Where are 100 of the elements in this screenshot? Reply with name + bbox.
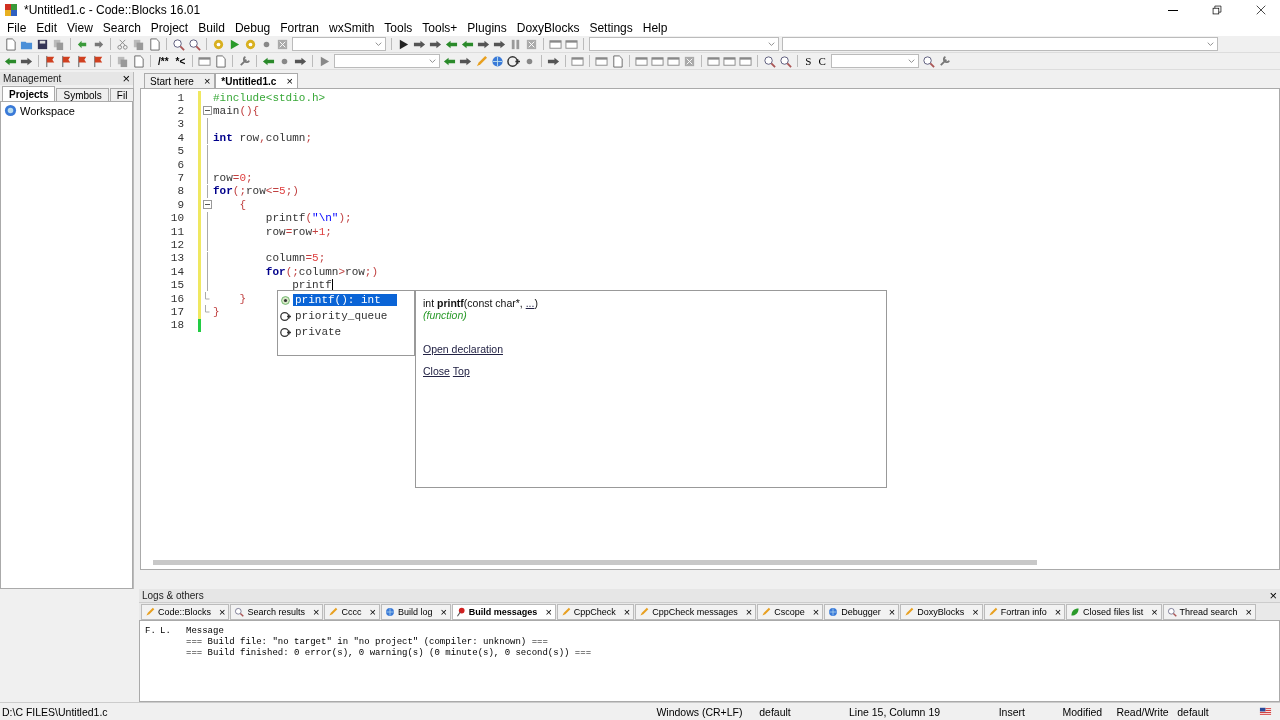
tab-close-button[interactable]: × xyxy=(623,605,631,618)
tab-close-button[interactable]: × xyxy=(440,605,447,618)
tab-close-button[interactable]: × xyxy=(812,605,820,618)
horizontal-scrollbar[interactable] xyxy=(153,559,1037,565)
frame-icon[interactable] xyxy=(707,54,721,68)
fold-marker-icon[interactable] xyxy=(202,198,212,212)
menu-item[interactable]: Fortran xyxy=(275,21,324,35)
square-icon[interactable] xyxy=(683,54,697,68)
menu-item[interactable]: Settings xyxy=(584,21,638,35)
editor-tab[interactable]: *Untitled1.c × xyxy=(215,73,298,88)
log-tab[interactable]: Build messages × xyxy=(451,603,556,620)
zoom-out-icon[interactable] xyxy=(779,54,793,68)
menu-item[interactable]: Project xyxy=(145,21,194,35)
comment-button[interactable]: /** xyxy=(156,54,171,68)
save-icon[interactable] xyxy=(36,37,49,51)
log-tab[interactable]: Fortran info × xyxy=(983,603,1066,620)
frame-icon[interactable] xyxy=(739,54,753,68)
fold-marker-icon[interactable] xyxy=(202,104,212,118)
tab-close-button[interactable]: × xyxy=(972,605,979,618)
menu-item[interactable]: wxSmith xyxy=(323,21,380,35)
previous-bookmark-icon[interactable] xyxy=(60,54,73,68)
tab-close-button[interactable]: × xyxy=(745,605,753,618)
menu-item[interactable]: Build xyxy=(193,21,230,35)
letter-button[interactable]: S xyxy=(803,54,814,68)
tab-close-button[interactable]: × xyxy=(888,605,896,618)
completion-item[interactable]: printf(): int xyxy=(293,294,397,306)
tab-close-button[interactable]: × xyxy=(1245,605,1253,618)
log-tab[interactable]: DoxyBlocks × xyxy=(900,603,983,620)
new-file-icon[interactable] xyxy=(4,37,17,51)
close-link[interactable]: Close xyxy=(423,365,450,377)
log-tab[interactable]: Code::Blocks × xyxy=(141,603,230,620)
frame-icon[interactable] xyxy=(723,54,737,68)
menu-item[interactable]: Tools xyxy=(379,21,418,35)
open-declaration-link[interactable]: Open declaration xyxy=(423,343,503,355)
zoom-in-icon[interactable] xyxy=(763,54,777,68)
tab-close-button[interactable]: × xyxy=(203,75,211,87)
tab-close-button[interactable]: × xyxy=(313,605,320,618)
log-tab[interactable]: CppCheck messages × xyxy=(635,603,757,620)
copy-icon[interactable] xyxy=(132,37,145,51)
bookmark-flag-icon[interactable] xyxy=(44,54,57,68)
panel-icon[interactable] xyxy=(667,54,681,68)
menu-item[interactable]: Tools+ xyxy=(417,21,463,35)
menu-item[interactable]: Help xyxy=(637,21,673,35)
document-icon[interactable] xyxy=(132,54,145,68)
tree-item[interactable]: Workspace xyxy=(20,104,75,117)
panel-tab[interactable]: Fil xyxy=(109,88,135,101)
tab-close-button[interactable]: × xyxy=(286,75,293,87)
tab-close-button[interactable]: × xyxy=(369,605,376,618)
top-link[interactable]: Top xyxy=(452,365,470,377)
menu-item[interactable]: File xyxy=(2,21,32,35)
log-tab[interactable]: Search results × xyxy=(230,603,324,620)
completion-item[interactable]: priority_queue xyxy=(293,310,390,322)
run-icon[interactable] xyxy=(228,37,241,51)
panel-tab[interactable]: Symbols xyxy=(56,88,109,101)
panel-tab[interactable]: Projects xyxy=(2,86,56,101)
letter-button[interactable]: C xyxy=(816,54,828,68)
paste-icon[interactable] xyxy=(148,37,161,51)
log-tab[interactable]: Cccc × xyxy=(324,603,380,620)
search-icon[interactable] xyxy=(172,37,185,51)
menu-item[interactable]: Edit xyxy=(31,21,63,35)
panel-close-button[interactable]: × xyxy=(1269,589,1277,602)
arguments-link[interactable]: ... xyxy=(525,297,535,309)
abort-icon[interactable] xyxy=(276,37,289,51)
completion-item[interactable]: private xyxy=(293,326,344,338)
comment-button[interactable]: *< xyxy=(173,54,188,68)
frame-icon[interactable] xyxy=(571,54,585,68)
panel-title: Management xyxy=(3,73,62,84)
log-tab[interactable]: Debugger × xyxy=(824,603,900,620)
page-icon[interactable] xyxy=(611,54,625,68)
debug-windows-icon[interactable] xyxy=(549,37,562,51)
panel-close-button[interactable]: × xyxy=(122,72,130,85)
tab-close-button[interactable]: × xyxy=(1054,605,1062,618)
tab-close-button[interactable]: × xyxy=(545,605,552,618)
log-tab[interactable]: Thread search × xyxy=(1162,603,1257,620)
panel-icon[interactable] xyxy=(651,54,665,68)
clear-bookmarks-icon[interactable] xyxy=(92,54,105,68)
cut-icon[interactable] xyxy=(116,37,129,51)
log-tab[interactable]: Cscope × xyxy=(757,603,824,620)
documents-icon[interactable] xyxy=(116,54,129,68)
panel-icon[interactable] xyxy=(635,54,649,68)
menu-item[interactable]: Plugins xyxy=(462,21,512,35)
menu-item[interactable]: DoxyBlocks xyxy=(511,21,585,35)
log-tab[interactable]: Build log × xyxy=(380,603,451,620)
menu-item[interactable]: View xyxy=(62,21,98,35)
tab-close-button[interactable]: × xyxy=(1151,605,1158,618)
tab-label: Thread search xyxy=(1179,606,1238,617)
tab-close-button[interactable]: × xyxy=(219,605,226,618)
log-tab[interactable]: CppCheck × xyxy=(556,603,635,620)
menu-item[interactable]: Debug xyxy=(229,21,276,35)
info-window-icon[interactable] xyxy=(565,37,578,51)
next-bookmark-icon[interactable] xyxy=(76,54,89,68)
search-icon[interactable] xyxy=(921,54,935,68)
editor-tab[interactable]: Start here × xyxy=(144,73,216,88)
globe-icon[interactable] xyxy=(491,54,505,68)
wrench-icon[interactable] xyxy=(937,54,951,68)
replace-icon[interactable] xyxy=(188,37,201,51)
log-tab[interactable]: Closed files list × xyxy=(1066,603,1162,620)
menu-item[interactable]: Search xyxy=(97,21,146,35)
debug-icon[interactable] xyxy=(397,37,410,51)
wrench-icon[interactable] xyxy=(238,54,252,68)
